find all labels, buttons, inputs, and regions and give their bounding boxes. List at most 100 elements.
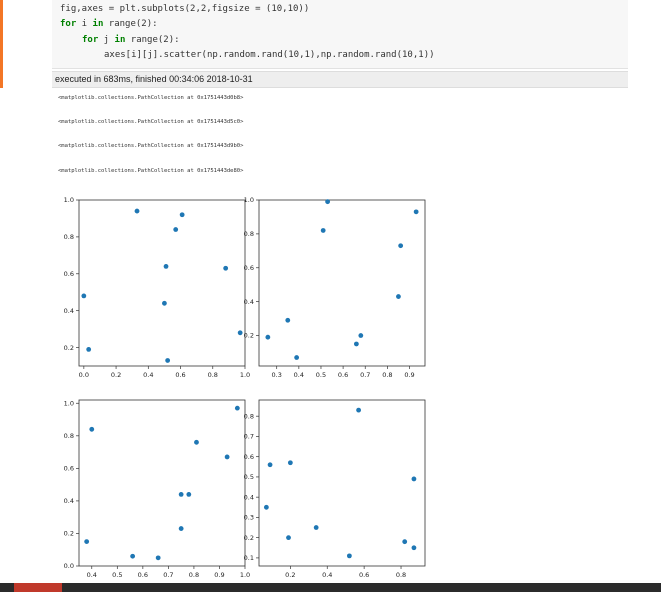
x-tick-label: 0.4 [322,571,332,579]
x-tick-label: 0.6 [338,371,348,379]
code-line-1[interactable]: fig,axes = plt.subplots(2,2,figsize = (1… [60,4,309,14]
x-tick-label: 1.0 [240,571,250,579]
scatter-point [224,454,230,460]
x-tick-label: 0.9 [404,371,414,379]
y-tick-label: 0.2 [64,344,74,352]
y-tick-label: 0.8 [244,230,254,238]
output-line: <matplotlib.collections.PathCollection a… [58,95,244,101]
scatter-point [396,294,401,299]
x-tick-label: 0.8 [382,371,392,379]
y-tick-label: 0.6 [244,453,254,461]
scatter-point [130,553,136,559]
range-call: range(2): [125,35,180,45]
y-tick-label: 1.0 [64,399,74,407]
code-line-2[interactable]: for i in range(2): [60,19,158,29]
x-tick-label: 0.0 [79,371,89,379]
x-tick-label: 0.4 [143,371,153,379]
scatter-point [411,476,417,482]
scatter-point [134,208,140,214]
axes-frame [258,399,426,567]
y-tick-label: 0.4 [244,493,254,501]
x-tick-label: 0.7 [360,371,370,379]
scatter-point [294,355,300,360]
scatter-point [234,405,240,411]
x-tick-label: 0.2 [285,571,295,579]
scatter-subplots-figure: 0.0 0.2 0.4 0.6 0.8 1.00.20.40.60.81.00.3 0.4 0… [64,196,426,579]
keyword-in: in [114,35,126,45]
active-cell-indicator [0,0,3,88]
keyword-in: in [92,19,104,29]
code-line-4[interactable]: axes[i][j].scatter(np.random.rand(10,1),… [104,50,435,60]
x-tick-label: 0.6 [175,371,185,379]
taskbar-app-icon[interactable] [14,583,62,592]
output-line: <matplotlib.collections.PathCollection a… [58,168,244,174]
output-line: <matplotlib.collections.PathCollection a… [58,119,244,125]
y-tick-label: 0.4 [64,497,74,505]
scatter-point [237,330,243,336]
scatter-point [358,333,364,338]
y-tick-label: 0.0 [64,562,74,570]
x-tick-label: 0.6 [359,571,369,579]
code-cell[interactable]: fig,axes = plt.subplots(2,2,figsize = (1… [52,0,628,69]
y-tick-label: 0.2 [244,332,254,340]
scatter-point [178,526,184,531]
scatter-point [413,209,419,215]
x-tick-label: 0.9 [214,571,224,579]
scatter-point [402,539,408,545]
axes-frame [258,199,426,367]
scatter-point [325,199,331,205]
y-tick-label: 0.5 [244,473,254,481]
scatter-point [89,426,95,432]
scatter-point [84,539,90,544]
y-tick-label: 0.2 [244,534,254,542]
scatter-point [186,491,192,497]
y-tick-label: 0.6 [64,270,74,278]
subplot-3: 0.4 0.5 0.6 0.7 0.8 0.9 1.0 0.0 0.2 0.4 0.6 0.8 1.0 [64,399,251,579]
y-tick-label: 1.0 [64,196,74,204]
x-tick-label: 0.4 [294,371,304,379]
y-tick-label: 0.3 [244,514,254,522]
scatter-point [178,491,184,497]
subplot-2: 0.3 0.4 0.5 0.6 0.7 0.8 0.9 0.2 0.4 0.6 0.8 1.0 [244,196,426,379]
scatter-point [162,300,167,306]
scatter-point [263,504,269,510]
scatter-point [411,545,417,551]
x-tick-label: 0.7 [163,571,173,579]
scatter-point [155,555,161,561]
execution-status-bar: executed in 683ms, finished 00:34:06 201… [52,71,628,88]
x-tick-label: 0.3 [272,371,282,379]
scatter-point [285,317,291,323]
x-tick-label: 0.2 [111,371,121,379]
y-tick-label: 0.6 [244,264,254,272]
code-line-3[interactable]: for j in range(2): [82,35,180,45]
y-tick-label: 0.2 [64,530,74,538]
execution-status-text: executed in 683ms, finished 00:34:06 201… [55,74,253,84]
x-tick-label: 0.5 [316,371,326,379]
x-tick-label: 1.0 [240,371,250,379]
y-tick-label: 0.4 [244,298,254,306]
range-call: range(2): [103,19,158,29]
output-line: <matplotlib.collections.PathCollection a… [58,143,244,149]
loop-var: j [98,35,115,45]
y-tick-label: 0.4 [64,307,74,315]
scatter-point [265,334,271,340]
y-tick-label: 0.8 [64,432,74,440]
x-tick-label: 0.4 [87,571,97,579]
scatter-point [81,293,87,299]
y-tick-label: 0.7 [244,433,254,441]
scatter-point [346,553,352,559]
scatter-point [163,264,169,269]
x-tick-label: 0.8 [208,371,218,379]
x-tick-label: 0.6 [138,571,148,579]
y-tick-label: 0.6 [64,465,74,473]
scatter-point [313,525,319,530]
scatter-point [398,243,404,249]
y-tick-label: 1.0 [244,196,254,204]
scatter-point [320,228,326,233]
x-tick-label: 0.8 [189,571,199,579]
taskbar [0,583,661,592]
subplot-1: 0.0 0.2 0.4 0.6 0.8 1.0 0.2 0.4 0.6 0.8 1.0 [64,196,251,379]
axes-frame [78,199,246,367]
scatter-point [223,265,229,271]
scatter-point [179,212,185,218]
